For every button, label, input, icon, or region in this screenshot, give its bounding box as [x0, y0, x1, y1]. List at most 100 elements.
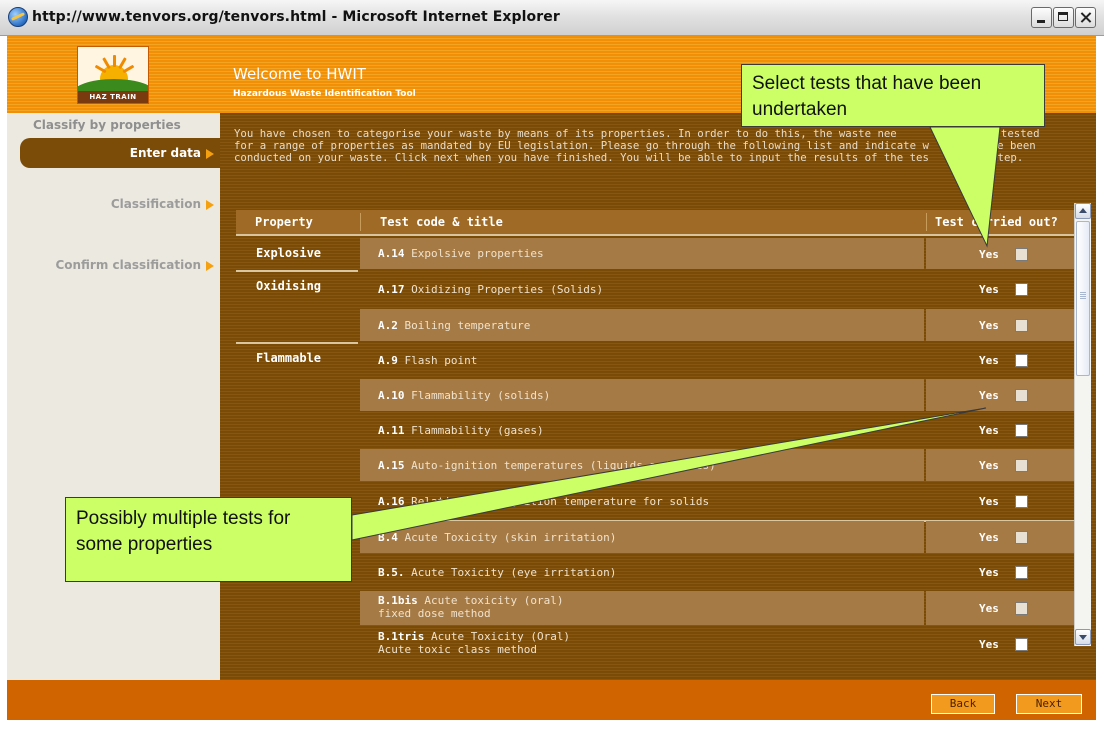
- test-carried-out-checkbox[interactable]: [1015, 495, 1028, 508]
- sidebar-item-classification[interactable]: Classification: [7, 197, 214, 211]
- yes-label: Yes: [979, 459, 999, 472]
- test-subtitle: Acute toxic class method: [378, 643, 537, 656]
- close-button[interactable]: [1075, 7, 1096, 28]
- sidebar-category: Classify by properties: [33, 118, 181, 132]
- table-row: Explosive A.14 Expolsive properties Yes: [236, 238, 1082, 271]
- sidebar-item-enter-data[interactable]: Enter data: [20, 138, 220, 168]
- test-carried-out-checkbox[interactable]: [1015, 283, 1028, 296]
- scroll-down-icon[interactable]: [1075, 629, 1091, 645]
- property-cell: Flammable: [256, 351, 322, 365]
- column-header-property: Property: [255, 215, 313, 229]
- back-button[interactable]: Back: [931, 694, 995, 714]
- test-code: B.1tris: [378, 630, 425, 643]
- page-title: Welcome to HWIT: [233, 65, 366, 83]
- test-carried-out-checkbox[interactable]: [1015, 531, 1028, 544]
- test-cell: B.4 Acute Toxicity (skin irritation): [360, 521, 924, 553]
- test-carried-out-cell: Yes: [926, 343, 1082, 377]
- footer-bar: Back Next: [7, 680, 1096, 720]
- table-row: B.5. Acute Toxicity (eye irritation) Yes: [236, 555, 1082, 591]
- test-cell: B.1tris Acute Toxicity (Oral) Acute toxic…: [360, 627, 924, 661]
- table-row: A.16 Relative self-ignition temperature …: [236, 483, 1082, 521]
- test-title: Boiling temperature: [404, 318, 531, 332]
- property-cell: [236, 591, 358, 627]
- test-title: Acute Toxicity (eye irritation): [411, 565, 617, 579]
- property-cell: Explosive: [256, 246, 322, 260]
- callout-select-tests: Select tests that have been undertaken: [741, 64, 1045, 127]
- test-carried-out-cell: Yes: [926, 521, 1082, 553]
- window-titlebar: http://www.tenvors.org/tenvors.html - Mi…: [0, 0, 1104, 36]
- test-carried-out-cell: Yes: [926, 591, 1082, 625]
- test-title: Acute Toxicity (Oral): [430, 630, 571, 643]
- sidebar-item-label: Classification: [110, 197, 201, 211]
- property-cell: [236, 627, 358, 663]
- ie-icon: [8, 7, 28, 27]
- test-code: B.1bis: [378, 594, 418, 607]
- test-carried-out-checkbox[interactable]: [1015, 602, 1028, 615]
- scrollbar-thumb[interactable]: [1076, 221, 1090, 376]
- test-carried-out-cell: Yes: [926, 627, 1082, 661]
- test-code: A.16: [378, 494, 405, 508]
- sidebar: Classify by properties Enter data Classi…: [7, 113, 220, 680]
- test-title: Expolsive properties: [411, 247, 544, 260]
- test-title: Flammability (solids): [411, 388, 551, 402]
- table-scrollbar[interactable]: [1074, 203, 1091, 646]
- minimize-button[interactable]: [1031, 7, 1052, 28]
- arrow-right-icon: [206, 260, 214, 271]
- test-carried-out-checkbox[interactable]: [1015, 319, 1028, 332]
- maximize-button[interactable]: [1053, 7, 1074, 28]
- app-area: HAZ TRAIN Welcome to HWIT Hazardous Wast…: [7, 36, 1096, 720]
- test-title: Acute toxicity (oral): [424, 594, 564, 607]
- test-carried-out-cell: Yes: [926, 449, 1082, 481]
- test-code: A.10: [378, 388, 405, 402]
- table-row: A.15 Auto-ignition temperatures (liquids…: [236, 449, 1082, 483]
- test-title: Flash point: [404, 353, 478, 367]
- yes-label: Yes: [979, 354, 999, 367]
- test-cell: A.15 Auto-ignition temperatures (liquids…: [360, 449, 924, 481]
- yes-label: Yes: [979, 283, 999, 296]
- table-header: Property Test code & title Test carried …: [236, 210, 1085, 236]
- table-row: A.10 Flammability (solids) Yes: [236, 379, 1082, 413]
- test-carried-out-checkbox[interactable]: [1015, 247, 1028, 261]
- yes-label: Yes: [979, 638, 999, 651]
- test-code: A.11: [378, 423, 405, 437]
- test-code: B.5.: [378, 565, 405, 579]
- test-carried-out-checkbox[interactable]: [1015, 638, 1028, 651]
- sidebar-item-label: Enter data: [129, 146, 201, 160]
- yes-label: Yes: [979, 389, 999, 402]
- yes-label: Yes: [979, 531, 999, 544]
- test-title: Flammability (gases): [411, 423, 544, 437]
- table-row: Oxidising A.17 Oxidizing Properties (Soli…: [236, 271, 1082, 309]
- table-row: Flammable A.9 Flash point Yes: [236, 343, 1082, 379]
- property-cell: [236, 309, 358, 343]
- property-cell: [236, 449, 358, 483]
- sidebar-item-label: Confirm classification: [55, 258, 201, 272]
- intro-line-3a: conducted on your waste. Click next when…: [234, 151, 929, 164]
- yes-label: Yes: [979, 247, 999, 261]
- test-carried-out-checkbox[interactable]: [1015, 459, 1028, 472]
- test-code: A.9: [378, 353, 398, 367]
- scroll-up-icon[interactable]: [1075, 203, 1091, 219]
- table-row: B.4 Acute Toxicity (skin irritation) Yes: [236, 521, 1082, 555]
- test-carried-out-cell: Yes: [926, 379, 1082, 411]
- next-button[interactable]: Next: [1016, 694, 1082, 714]
- arrow-right-icon: [206, 199, 214, 210]
- test-carried-out-checkbox[interactable]: [1015, 389, 1028, 402]
- test-carried-out-checkbox[interactable]: [1015, 354, 1028, 367]
- test-title: Acute Toxicity (skin irritation): [404, 530, 617, 544]
- test-carried-out-checkbox[interactable]: [1015, 566, 1028, 579]
- window-title: http://www.tenvors.org/tenvors.html - Mi…: [32, 9, 560, 25]
- test-carried-out-cell: Yes: [926, 238, 1082, 269]
- test-cell: A.2 Boiling temperature: [360, 309, 924, 341]
- callout-multiple-tests: Possibly multiple tests for some propert…: [65, 497, 352, 582]
- sidebar-item-confirm-classification[interactable]: Confirm classification: [7, 258, 214, 272]
- table-row: A.11 Flammability (gases) Yes: [236, 413, 1082, 449]
- test-cell: B.5. Acute Toxicity (eye irritation): [360, 555, 924, 589]
- yes-label: Yes: [979, 495, 999, 508]
- property-cell: Oxidising: [256, 279, 322, 293]
- test-code: A.17: [378, 282, 405, 296]
- test-carried-out-cell: Yes: [926, 309, 1082, 341]
- yes-label: Yes: [979, 566, 999, 579]
- test-code: B.4: [378, 530, 398, 544]
- test-table-body: Explosive A.14 Expolsive properties Yes Oxi…: [236, 238, 1082, 679]
- test-carried-out-checkbox[interactable]: [1015, 424, 1028, 437]
